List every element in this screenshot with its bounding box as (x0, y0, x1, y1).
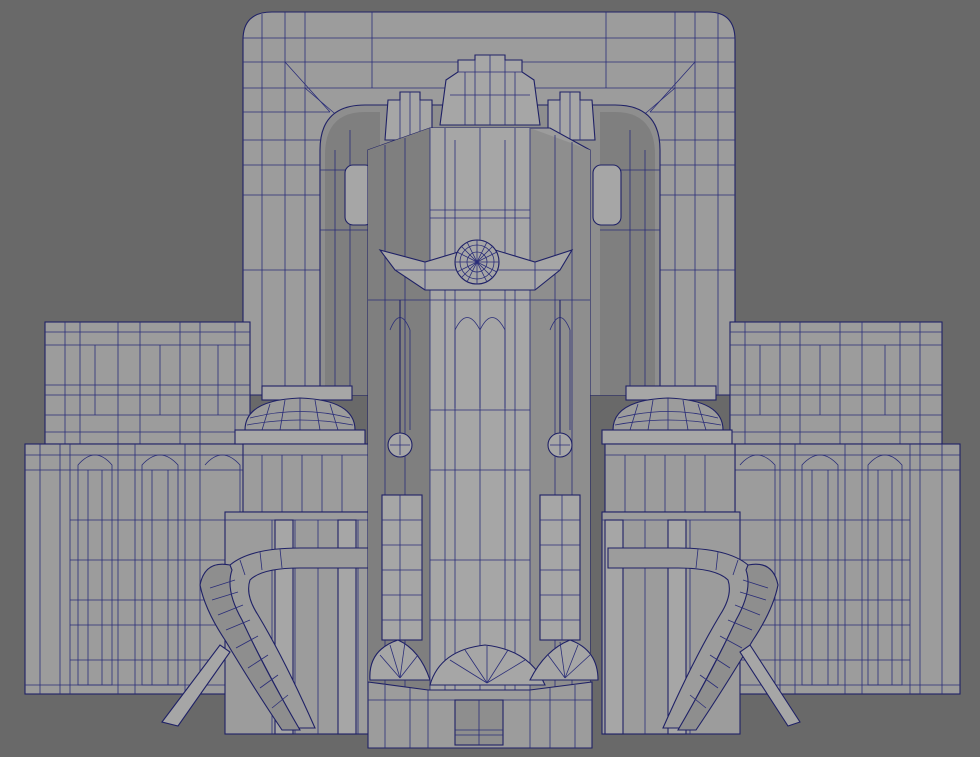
clock-face (454, 239, 500, 285)
building-wireframe-model[interactable] (0, 0, 980, 757)
central-clock-tower (367, 127, 591, 691)
right-wing (729, 321, 961, 695)
3d-viewport[interactable] (0, 0, 980, 757)
left-wing (24, 321, 251, 695)
entrance-door (454, 699, 504, 746)
fan-ornaments (369, 639, 599, 686)
